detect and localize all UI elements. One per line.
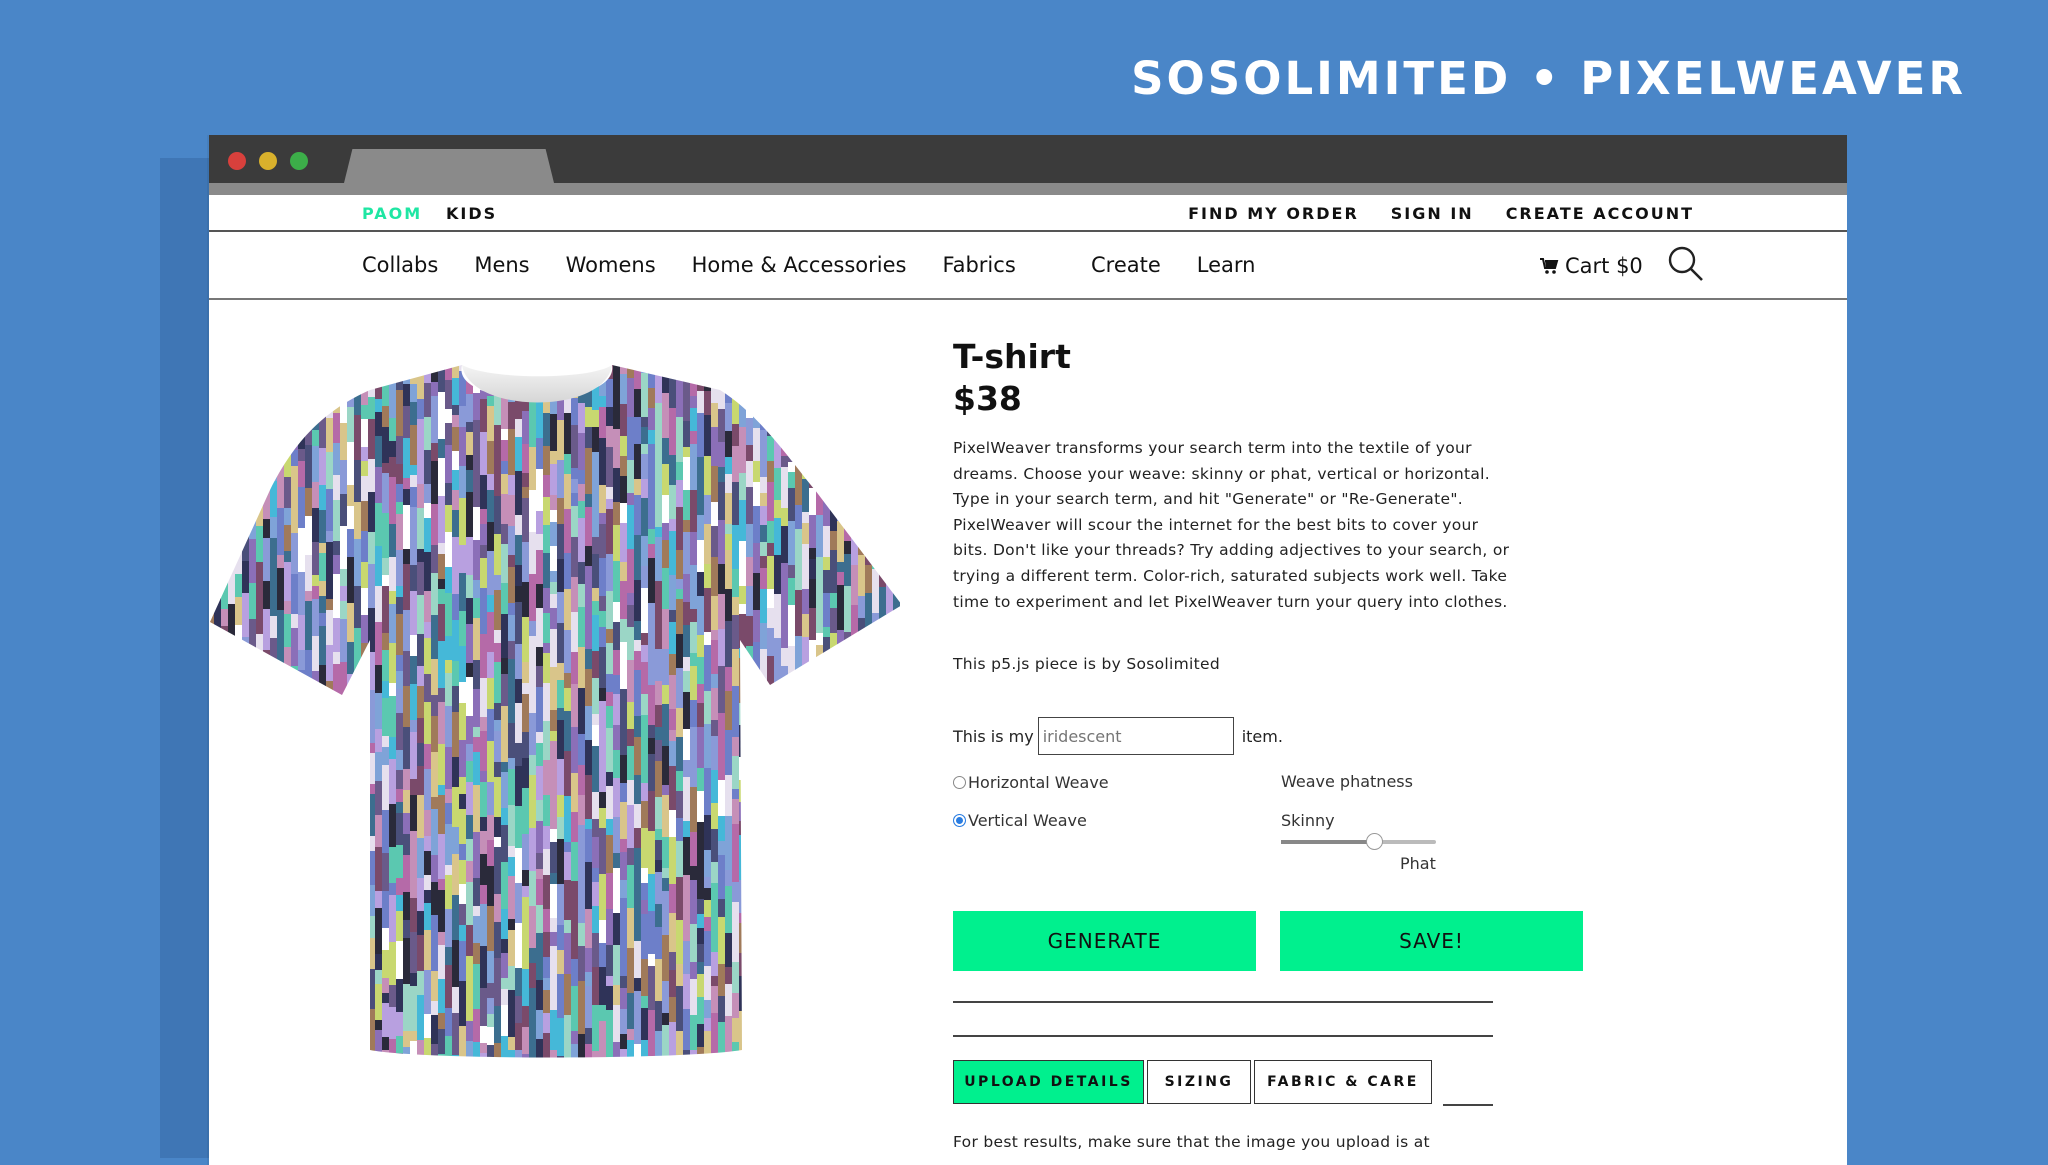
minimize-window-button[interactable]	[259, 152, 277, 170]
tabs-underline	[1443, 1104, 1493, 1106]
utility-bar: PAOM KIDS FIND MY ORDER SIGN IN CREATE A…	[209, 195, 1847, 232]
browser-chrome	[209, 135, 1847, 183]
find-my-order-link[interactable]: FIND MY ORDER	[1188, 204, 1359, 223]
tshirt-preview-image	[210, 365, 900, 1058]
pixel-weave-pattern	[210, 365, 900, 1058]
horizontal-weave-radio[interactable]	[953, 776, 966, 789]
search-term-row: This is my item.	[953, 714, 1283, 758]
term-suffix-label: item.	[1241, 726, 1283, 746]
nav-womens[interactable]: Womens	[566, 253, 656, 277]
search-term-input[interactable]	[1037, 717, 1234, 755]
details-tabs: UPLOAD DETAILS SIZING FABRIC & CARE	[953, 1060, 1435, 1104]
cart-icon	[1540, 258, 1559, 274]
generate-button[interactable]: GENERATE	[953, 911, 1256, 971]
phatness-slider[interactable]	[1281, 833, 1436, 850]
horizontal-weave-label: Horizontal Weave	[968, 773, 1109, 792]
maximize-window-button[interactable]	[290, 152, 308, 170]
product-title: T-shirt	[953, 337, 1071, 376]
nav-collabs[interactable]: Collabs	[362, 253, 438, 277]
tab-sizing[interactable]: SIZING	[1147, 1060, 1251, 1104]
search-icon[interactable]	[1666, 244, 1706, 284]
skinny-label: Skinny	[1281, 811, 1335, 830]
tab-upload-details[interactable]: UPLOAD DETAILS	[953, 1060, 1144, 1104]
phatness-slider-handle[interactable]	[1366, 833, 1383, 850]
divider-line	[953, 1001, 1493, 1003]
phat-label: Phat	[1400, 854, 1436, 873]
product-credit: This p5.js piece is by Sosolimited	[953, 655, 1221, 673]
nav-mens[interactable]: Mens	[474, 253, 529, 277]
weave-phatness-label: Weave phatness	[1281, 772, 1413, 791]
cart-link[interactable]: Cart $0	[1539, 254, 1643, 278]
create-account-link[interactable]: CREATE ACCOUNT	[1506, 204, 1694, 223]
vertical-weave-radio[interactable]	[953, 814, 966, 827]
upload-details-text: For best results, make sure that the ima…	[953, 1133, 1430, 1151]
vertical-weave-label: Vertical Weave	[968, 811, 1087, 830]
tab-fabric-care[interactable]: FABRIC & CARE	[1254, 1060, 1432, 1104]
nav-learn[interactable]: Learn	[1197, 253, 1256, 277]
divider-line	[953, 1035, 1493, 1037]
term-prefix-label: This is my	[953, 726, 1034, 746]
nav-home-accessories[interactable]: Home & Accessories	[692, 253, 907, 277]
kids-link[interactable]: KIDS	[446, 204, 497, 223]
product-description: PixelWeaver transforms your search term …	[953, 439, 1510, 611]
banner-title: SOSOLIMITED • PIXELWEAVER	[1131, 52, 1966, 105]
horizontal-weave-option[interactable]: Horizontal Weave	[953, 773, 1109, 792]
cart-label: Cart $0	[1565, 254, 1643, 278]
phatness-slider-fill	[1281, 840, 1374, 844]
save-button[interactable]: SAVE!	[1280, 911, 1583, 971]
browser-tab[interactable]	[344, 149, 554, 183]
nav-create[interactable]: Create	[1091, 253, 1161, 277]
product-price: $38	[953, 379, 1022, 418]
close-window-button[interactable]	[228, 152, 246, 170]
vertical-weave-option[interactable]: Vertical Weave	[953, 811, 1087, 830]
main-nav: Collabs Mens Womens Home & Accessories F…	[209, 232, 1847, 300]
sign-in-link[interactable]: SIGN IN	[1391, 204, 1474, 223]
brand-link[interactable]: PAOM	[362, 204, 422, 223]
nav-fabrics[interactable]: Fabrics	[942, 253, 1015, 277]
browser-toolbar	[209, 183, 1847, 195]
